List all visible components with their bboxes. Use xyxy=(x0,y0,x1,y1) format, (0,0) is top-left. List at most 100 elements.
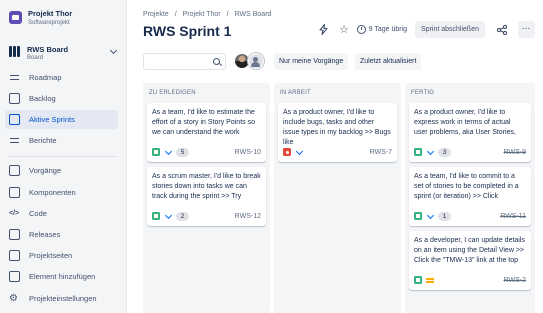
issue-card[interactable]: As a product owner, I'd like to include … xyxy=(278,103,397,162)
issue-card[interactable]: As a scrum master, I'd like to break sto… xyxy=(147,167,266,226)
project-name: Projekt Thor xyxy=(28,9,73,18)
priority-medium-icon xyxy=(426,276,434,284)
lightning-icon[interactable] xyxy=(315,21,332,38)
sidebar-item-label: Aktive Sprints xyxy=(29,115,75,124)
issue-card[interactable]: As a developer, I can update details on … xyxy=(409,231,531,290)
issue-card[interactable]: As a team, I'd like to estimate the effo… xyxy=(147,103,266,162)
priority-low-icon xyxy=(426,148,434,156)
board-column-done: FERTIG As a product owner, I'd like to e… xyxy=(405,83,535,313)
avatar-unassigned-filter[interactable] xyxy=(248,53,264,69)
search-icon xyxy=(213,58,220,65)
star-icon[interactable]: ☆ xyxy=(336,21,353,38)
chevron-down-icon[interactable] xyxy=(109,46,118,55)
pages-icon xyxy=(9,250,20,261)
backlog-icon xyxy=(9,93,20,104)
issue-key[interactable]: RWS-7 xyxy=(370,149,392,156)
sidebar-item-project-settings[interactable]: ⚙ Projekteinstellungen xyxy=(0,289,127,308)
sidebar-item-label: Berichte xyxy=(29,136,57,145)
sidebar-item-components[interactable]: Komponenten xyxy=(0,183,127,202)
reports-icon xyxy=(9,135,20,146)
share-icon[interactable] xyxy=(493,21,510,38)
project-type: Softwareprojekt xyxy=(28,20,70,26)
board-icon xyxy=(9,46,21,57)
search-input[interactable] xyxy=(143,53,226,70)
header-actions: ☆ 9 Tage übrig Sprint abschließen ··· xyxy=(311,21,535,38)
recently-updated-button[interactable]: Zuletzt aktualisiert xyxy=(355,53,422,70)
sidebar-item-issues[interactable]: Vorgänge xyxy=(0,161,127,180)
active-sprints-icon xyxy=(9,114,20,125)
issue-card[interactable]: As a product owner, I'd like to express … xyxy=(409,103,531,162)
sidebar-item-label: Roadmap xyxy=(29,73,62,82)
settings-icon: ⚙ xyxy=(9,293,18,304)
project-avatar-icon xyxy=(9,11,22,24)
releases-icon xyxy=(9,229,20,240)
board-name: RWS Board xyxy=(27,45,69,54)
components-icon xyxy=(9,187,20,198)
breadcrumb-link[interactable]: Projekte xyxy=(143,11,169,18)
issue-key[interactable]: RWS-11 xyxy=(500,213,526,220)
only-my-issues-button[interactable]: Nur meine Vorgänge xyxy=(274,53,349,70)
story-icon xyxy=(152,212,160,220)
story-icon xyxy=(414,276,422,284)
sidebar-item-backlog[interactable]: Backlog xyxy=(0,89,127,108)
project-header[interactable]: Projekt Thor Softwareprojekt xyxy=(9,9,72,27)
roadmap-icon xyxy=(9,72,20,83)
column-title: ZU ERLEDIGEN xyxy=(149,90,196,96)
issue-summary: As a product owner, I'd like to express … xyxy=(414,109,516,136)
complete-sprint-button[interactable]: Sprint abschließen xyxy=(415,21,485,38)
sidebar: Projekt Thor Softwareprojekt RWS Board B… xyxy=(0,0,127,313)
page-title: RWS Sprint 1 xyxy=(143,23,232,39)
issue-key[interactable]: RWS-9 xyxy=(504,149,526,156)
board-type: Board xyxy=(27,55,44,61)
story-points-badge: 5 xyxy=(176,147,189,157)
issue-summary: As a scrum master, I'd like to break sto… xyxy=(152,173,261,200)
issue-summary: As a developer, I can update details on … xyxy=(414,237,525,264)
bug-icon xyxy=(283,148,291,156)
sidebar-item-label: Projektseiten xyxy=(29,251,73,260)
board-column-in-progress: IN ARBEIT As a product owner, I'd like t… xyxy=(274,83,401,313)
code-icon: </> xyxy=(9,210,20,217)
sidebar-item-label: Code xyxy=(29,209,47,218)
priority-low-icon xyxy=(426,212,434,220)
story-icon xyxy=(152,148,160,156)
sidebar-item-active-sprints[interactable]: Aktive Sprints xyxy=(5,110,118,129)
sidebar-item-label: Releases xyxy=(29,230,61,239)
issue-summary: As a product owner, I'd like to include … xyxy=(283,109,391,146)
issue-key[interactable]: RWS-2 xyxy=(504,277,526,284)
sidebar-item-releases[interactable]: Releases xyxy=(0,225,127,244)
priority-low-icon xyxy=(295,148,303,156)
story-points-badge: 2 xyxy=(176,211,189,221)
sidebar-item-label: Element hinzufügen xyxy=(29,272,96,281)
priority-low-icon xyxy=(164,148,172,156)
breadcrumb: Projekte / Projekt Thor / RWS Board xyxy=(143,11,272,18)
issue-key[interactable]: RWS-10 xyxy=(235,149,261,156)
sidebar-item-roadmap[interactable]: Roadmap xyxy=(0,68,127,87)
sidebar-item-project-pages[interactable]: Projektseiten xyxy=(0,246,127,265)
sidebar-item-label: Vorgänge xyxy=(29,166,62,175)
issue-card[interactable]: As a team, I'd like to commit to a set o… xyxy=(409,167,531,226)
issue-summary: As a team, I'd like to commit to a set o… xyxy=(414,173,519,200)
story-points-badge: 1 xyxy=(438,211,451,221)
sidebar-item-reports[interactable]: Berichte xyxy=(0,131,127,150)
issues-icon xyxy=(9,165,20,176)
issue-summary: As a team, I'd like to estimate the effo… xyxy=(152,109,255,136)
sidebar-item-label: Projekteinstellungen xyxy=(29,294,97,303)
sidebar-item-code[interactable]: </> Code xyxy=(0,204,127,223)
column-title: FERTIG xyxy=(411,90,435,96)
story-icon xyxy=(414,148,422,156)
issue-key[interactable]: RWS-12 xyxy=(235,213,261,220)
more-actions-button[interactable]: ··· xyxy=(518,21,535,38)
priority-low-icon xyxy=(164,212,172,220)
sidebar-item-add-item[interactable]: Element hinzufügen xyxy=(0,267,127,286)
breadcrumb-link[interactable]: RWS Board xyxy=(235,11,272,18)
board-selector[interactable]: RWS Board Board xyxy=(9,45,119,62)
clock-icon xyxy=(356,25,366,34)
sprint-days-remaining: 9 Tage übrig xyxy=(356,21,407,38)
sidebar-item-label: Backlog xyxy=(29,94,56,103)
sidebar-divider xyxy=(9,156,118,157)
board-column-todo: ZU ERLEDIGEN As a team, I'd like to esti… xyxy=(143,83,270,313)
breadcrumb-link[interactable]: Projekt Thor xyxy=(183,11,221,18)
story-icon xyxy=(414,212,422,220)
add-item-icon xyxy=(9,271,20,282)
sidebar-item-label: Komponenten xyxy=(29,188,76,197)
